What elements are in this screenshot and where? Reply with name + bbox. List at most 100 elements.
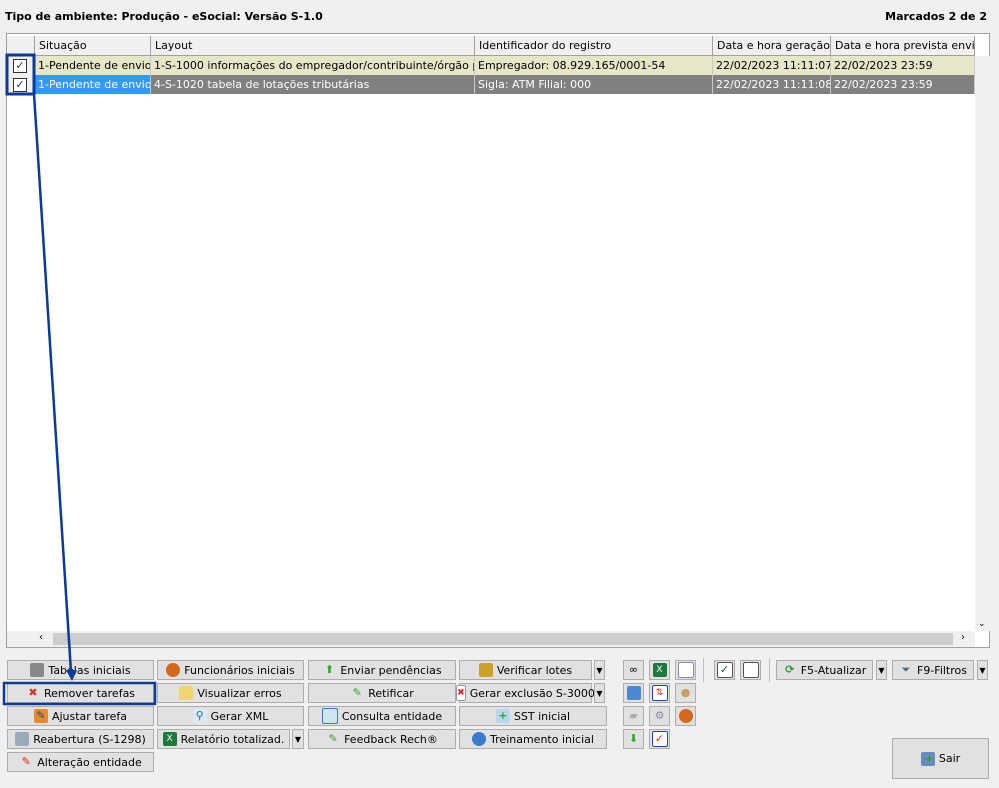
column-geracao[interactable]: Data e hora geração bbox=[713, 36, 831, 56]
exit-door-icon: ➜ bbox=[920, 751, 935, 766]
sair-button[interactable]: ➜ Sair bbox=[892, 738, 989, 779]
upload-icon: ⬆ bbox=[324, 663, 334, 676]
checklist-icon: ✓ bbox=[651, 731, 668, 747]
atualizar-dropdown[interactable]: ▼ bbox=[876, 660, 887, 680]
check-all-button[interactable]: ✓ bbox=[714, 660, 735, 680]
gerar-exclusao-dropdown[interactable]: ▼ bbox=[594, 683, 605, 703]
document-icon bbox=[677, 662, 694, 678]
gerar-exclusao-button[interactable]: ✖ Gerar exclusão S-3000 bbox=[456, 683, 595, 703]
sort-button[interactable]: ⇅ bbox=[649, 683, 670, 703]
eraser-button[interactable]: ▰ bbox=[623, 706, 644, 726]
button-label: Consulta entidade bbox=[341, 709, 443, 723]
enviar-pendencias-button[interactable]: ⬆ Enviar pendências bbox=[308, 660, 456, 680]
relatorio-dropdown[interactable]: ▼ bbox=[292, 729, 304, 749]
feedback-icon: ✎ bbox=[328, 732, 338, 745]
button-label: Reabertura (S-1298) bbox=[33, 732, 146, 746]
column-identificador[interactable]: Identificador do registro bbox=[475, 36, 713, 56]
download-button[interactable]: ⬇ bbox=[623, 729, 644, 749]
uncheck-all-button[interactable] bbox=[740, 660, 761, 680]
book-icon bbox=[30, 663, 45, 677]
horizontal-scrollbar[interactable]: ‹ › bbox=[7, 631, 975, 647]
button-label: Remover tarefas bbox=[43, 686, 136, 700]
scroll-left-icon[interactable]: ‹ bbox=[39, 632, 43, 643]
feedback-rech-button[interactable]: ✎ Feedback Rech® bbox=[308, 729, 456, 749]
row-checkbox[interactable]: ✓ bbox=[13, 59, 27, 73]
consulta-entidade-button[interactable]: Consulta entidade bbox=[308, 706, 456, 726]
environment-title: Tipo de ambiente: Produção - eSocial: Ve… bbox=[5, 10, 323, 23]
health-add-icon: + bbox=[495, 709, 510, 723]
clipboard-edit-icon: ✎ bbox=[33, 709, 48, 723]
binoculars-icon: ∞ bbox=[628, 663, 639, 676]
button-label: Enviar pendências bbox=[340, 663, 442, 677]
tabelas-iniciais-button[interactable]: Tabelas iniciais bbox=[7, 660, 154, 680]
cell-identificador: Sigla: ATM Filial: 000 bbox=[475, 75, 713, 94]
verificar-lotes-button[interactable]: Verificar lotes bbox=[459, 660, 592, 680]
column-situacao[interactable]: Situação bbox=[35, 36, 151, 56]
header-checkbox-column bbox=[7, 36, 35, 56]
column-layout[interactable]: Layout bbox=[151, 36, 475, 56]
button-label: Treinamento inicial bbox=[490, 732, 594, 746]
filtros-button[interactable]: ⏷ F9-Filtros bbox=[892, 660, 974, 680]
button-label: Alteração entidade bbox=[37, 755, 142, 769]
excel-export-button[interactable]: X bbox=[649, 660, 670, 680]
binoculars-button[interactable]: ∞ bbox=[623, 660, 644, 680]
download-icon: ⬇ bbox=[628, 732, 639, 745]
treinamento-inicial-button[interactable]: Treinamento inicial bbox=[459, 729, 607, 749]
vertical-scrollbar[interactable]: ⌄ bbox=[975, 56, 990, 631]
atualizar-button[interactable]: ⟳ F5-Atualizar bbox=[776, 660, 873, 680]
cell-layout: 1-S-1000 informações do empregador/contr… bbox=[151, 56, 475, 75]
settings-button[interactable]: ⚙ bbox=[649, 706, 670, 726]
column-prevista[interactable]: Data e hora prevista envio bbox=[831, 36, 975, 56]
gerar-xml-button[interactable]: ⚲ Gerar XML bbox=[157, 706, 304, 726]
reopen-icon bbox=[15, 732, 30, 746]
alteracao-entidade-button[interactable]: ✎ Alteração entidade bbox=[7, 752, 154, 772]
search-document-icon: ⚲ bbox=[192, 709, 207, 723]
palette-button[interactable]: ● bbox=[675, 683, 696, 703]
scrollbar-thumb[interactable] bbox=[53, 633, 953, 645]
relatorio-totalizador-button[interactable]: X Relatório totalizad. bbox=[157, 729, 290, 749]
search-window-icon bbox=[321, 708, 338, 724]
excel-icon: X bbox=[162, 732, 177, 746]
button-label: Tabelas iniciais bbox=[48, 663, 131, 677]
cell-situacao: 1-Pendente de envio bbox=[35, 75, 151, 94]
edit-document-icon: ✎ bbox=[21, 755, 31, 768]
cell-prevista: 22/02/2023 23:59 bbox=[831, 56, 975, 75]
palette-icon: ● bbox=[680, 686, 691, 699]
button-label: Feedback Rech® bbox=[344, 732, 438, 746]
user-icon bbox=[166, 663, 181, 677]
visualizar-erros-button[interactable]: Visualizar erros bbox=[157, 683, 304, 703]
cell-identificador: Empregador: 08.929.165/0001-54 bbox=[475, 56, 713, 75]
records-grid[interactable]: Situação Layout Identificador do registr… bbox=[6, 33, 990, 648]
delete-x-icon: ✖ bbox=[28, 686, 38, 699]
scroll-down-icon[interactable]: ⌄ bbox=[978, 619, 986, 629]
error-list-icon bbox=[179, 686, 194, 700]
worker-icon bbox=[472, 732, 487, 746]
funcionarios-iniciais-button[interactable]: Funcionários iniciais bbox=[157, 660, 304, 680]
unchecked-box-icon bbox=[742, 662, 759, 678]
remover-tarefas-button[interactable]: ✖ Remover tarefas bbox=[7, 683, 154, 703]
cell-prevista: 22/02/2023 23:59 bbox=[831, 75, 975, 94]
reabertura-button[interactable]: Reabertura (S-1298) bbox=[7, 729, 154, 749]
toolbar-separator bbox=[769, 658, 770, 682]
filtros-dropdown[interactable]: ▼ bbox=[977, 660, 988, 680]
calendar-icon bbox=[626, 686, 641, 700]
scroll-right-icon[interactable]: › bbox=[961, 632, 965, 643]
eraser-icon: ▰ bbox=[629, 709, 638, 722]
excel-icon: X bbox=[652, 663, 667, 677]
checklist-button[interactable]: ✓ bbox=[649, 729, 670, 749]
row-checkbox[interactable]: ✓ bbox=[13, 78, 27, 92]
button-label: Relatório totalizad. bbox=[180, 732, 285, 746]
button-label: Sair bbox=[938, 752, 961, 765]
button-label: F5-Atualizar bbox=[800, 663, 867, 677]
verificar-lotes-dropdown[interactable]: ▼ bbox=[594, 660, 605, 680]
button-label: Gerar XML bbox=[210, 709, 269, 723]
user-check-button[interactable] bbox=[675, 706, 696, 726]
calendar-button[interactable] bbox=[623, 683, 644, 703]
button-label: Ajustar tarefa bbox=[51, 709, 128, 723]
ajustar-tarefa-button[interactable]: ✎ Ajustar tarefa bbox=[7, 706, 154, 726]
retificar-button[interactable]: ✎ Retificar bbox=[308, 683, 456, 703]
document-button[interactable] bbox=[675, 660, 696, 680]
cell-geracao: 22/02/2023 11:11:07 bbox=[713, 56, 831, 75]
sst-inicial-button[interactable]: + SST inicial bbox=[459, 706, 607, 726]
cell-situacao: 1-Pendente de envio bbox=[35, 56, 151, 75]
